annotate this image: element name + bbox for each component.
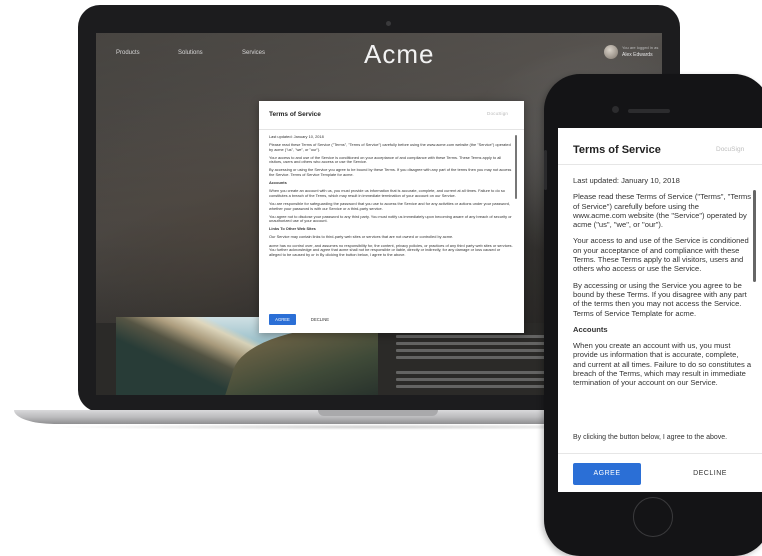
- terms-paragraph: By accessing or using the Service you ag…: [269, 167, 512, 178]
- profile-name[interactable]: Alex Edwards: [622, 52, 653, 58]
- terms-paragraph: When you create an account with us, you …: [269, 188, 505, 198]
- terms-paragraph: Last updated: January 10, 2018: [269, 135, 324, 139]
- terms-paragraph: Please read these Terms of Service ("Ter…: [269, 142, 511, 152]
- scrollbar[interactable]: [515, 135, 517, 199]
- phone-camera: [612, 106, 619, 113]
- laptop-camera: [386, 21, 391, 26]
- section-heading: Accounts: [573, 324, 608, 334]
- nav-link-solutions[interactable]: Solutions: [178, 50, 203, 56]
- terms-paragraph: When you create an account with us, you …: [573, 341, 752, 388]
- terms-paragraph: You are responsible for safeguarding the…: [269, 200, 510, 211]
- cliff-shape: [224, 327, 378, 395]
- agree-button[interactable]: AGREE: [269, 314, 296, 325]
- scrollbar[interactable]: [753, 190, 756, 282]
- terms-paragraph: Your access to and use of the Service is…: [269, 154, 502, 165]
- agree-button[interactable]: AGREE: [573, 463, 641, 485]
- phone-speaker: [628, 109, 670, 113]
- terms-paragraph: Our Service may contain links to third-p…: [269, 234, 454, 240]
- decline-button[interactable]: DECLINE: [305, 314, 335, 325]
- avatar[interactable]: [604, 45, 618, 59]
- terms-paragraph: You agree not to disclose your password …: [269, 213, 512, 224]
- profile-caption: You are logged in as: [622, 45, 659, 50]
- decline-button[interactable]: DECLINE: [676, 463, 744, 485]
- consent-note: By clicking the button below, I agree to…: [573, 434, 728, 441]
- nav-link-services[interactable]: Services: [242, 50, 265, 56]
- docusign-logo: DocuSign: [716, 146, 745, 153]
- terms-paragraph: acme has no control over, and assumes no…: [269, 242, 513, 257]
- nav-link-products[interactable]: Products: [116, 50, 140, 56]
- terms-body: Last updated: January 10, 2018 Please rea…: [269, 135, 513, 307]
- divider: [558, 453, 762, 454]
- brand-logo[interactable]: Acme: [364, 39, 434, 70]
- section-heading: Accounts: [269, 180, 287, 186]
- terms-paragraph: Your access to and use of the Service is…: [573, 236, 749, 274]
- section-heading: Links To Other Web Sites: [269, 226, 316, 232]
- docusign-logo: DocuSign: [487, 111, 509, 116]
- phone-screen: Terms of Service DocuSign Last updated: …: [558, 128, 762, 492]
- terms-modal-desktop: Terms of Service DocuSign Last updated: …: [259, 101, 524, 333]
- terms-paragraph: Please read these Terms of Service ("Ter…: [573, 192, 752, 230]
- terms-paragraph: By accessing or using the Service you ag…: [573, 280, 747, 318]
- modal-title: Terms of Service: [573, 144, 661, 156]
- home-button[interactable]: [633, 497, 673, 537]
- modal-title: Terms of Service: [269, 111, 321, 118]
- laptop-notch: [318, 410, 438, 416]
- terms-body: Last updated: January 10, 2018 Please rea…: [573, 176, 753, 448]
- phone-volume-button: [544, 150, 547, 190]
- terms-paragraph: Last updated: January 10, 2018: [573, 176, 680, 185]
